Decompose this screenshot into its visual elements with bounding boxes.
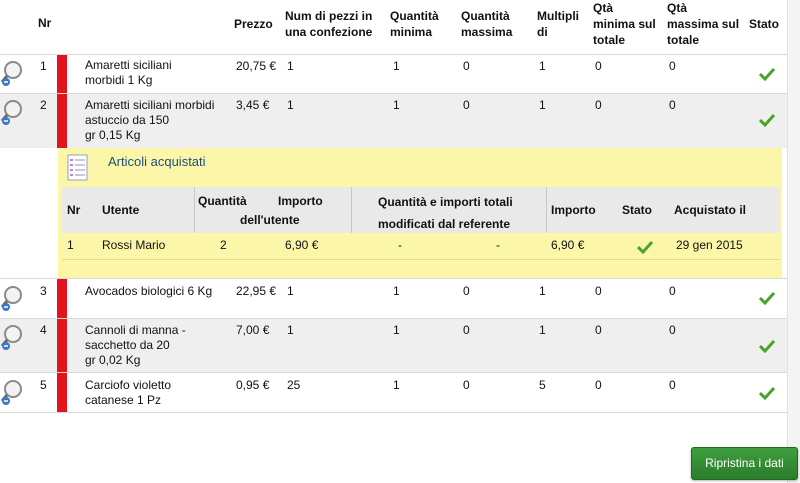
- purchased-col-importo: Importo: [551, 203, 596, 217]
- purchased-col-importo-utente: Importo: [278, 194, 323, 208]
- row-max-tot: 0: [669, 59, 676, 73]
- row-nr: 1: [40, 59, 47, 73]
- check-icon: [759, 339, 775, 353]
- row-pezzi: 25: [287, 378, 301, 392]
- row-status-bar: [57, 373, 67, 412]
- row-prezzo: 7,00 €: [236, 323, 270, 337]
- row-min: 1: [393, 378, 400, 392]
- zoom-expand-icon[interactable]: [0, 322, 32, 352]
- purchased-col-qta-utente: Quantità: [198, 194, 247, 208]
- row-pezzi: 1: [287, 323, 294, 337]
- row-min-tot: 0: [595, 98, 602, 112]
- row-max-tot: 0: [669, 323, 676, 337]
- row-product-name: Cannoli di manna - sacchetto da 20 gr 0,…: [85, 323, 186, 367]
- zoom-expand-icon[interactable]: [0, 58, 32, 88]
- row-min-tot: 0: [595, 59, 602, 73]
- row-min: 1: [393, 98, 400, 112]
- header-qta-max-totale: Qtà massima sul totale: [667, 1, 740, 47]
- purchased-col-acquistato: Acquistato il: [674, 203, 747, 217]
- row-multipli: 1: [539, 59, 546, 73]
- divider: [546, 187, 547, 233]
- row-max: 0: [463, 323, 470, 337]
- check-icon: [759, 67, 775, 81]
- row-nr: 3: [40, 284, 47, 298]
- divider: [62, 259, 780, 260]
- row-min-tot: 0: [595, 378, 602, 392]
- right-scroll-edge: [787, 0, 800, 483]
- header-prezzo: Prezzo: [234, 17, 273, 31]
- row-max: 0: [463, 59, 470, 73]
- row-pezzi: 1: [287, 59, 294, 73]
- row-multipli: 5: [539, 378, 546, 392]
- purchased-row-nr: 1: [67, 238, 74, 252]
- divider: [194, 187, 195, 233]
- row-status-bar: [57, 319, 67, 372]
- row-nr: 2: [40, 98, 47, 112]
- row-max-tot: 0: [669, 98, 676, 112]
- row-min: 1: [393, 284, 400, 298]
- row-pezzi: 1: [287, 98, 294, 112]
- check-icon: [759, 113, 775, 127]
- row-status-bar: [57, 94, 67, 148]
- purchased-col-nr: Nr: [67, 203, 81, 217]
- check-icon: [759, 291, 775, 305]
- check-icon: [637, 240, 653, 254]
- purchased-row-qta: 2: [220, 238, 227, 252]
- row-min-tot: 0: [595, 284, 602, 298]
- header-qta-massima: Quantità massima: [461, 9, 513, 39]
- row-prezzo: 20,75 €: [236, 59, 277, 73]
- row-product-name: Amaretti siciliani morbidi astuccio da 1…: [85, 98, 215, 142]
- row-multipli: 1: [539, 98, 546, 112]
- row-max-tot: 0: [669, 284, 676, 298]
- row-nr: 5: [40, 378, 47, 392]
- header-qta-minima: Quantità minima: [390, 9, 439, 39]
- row-product-name: Amaretti siciliani morbidi 1 Kg: [85, 58, 172, 87]
- row-min-tot: 0: [595, 323, 602, 337]
- row-product-name: Avocados biologici 6 Kg: [85, 284, 213, 298]
- row-multipli: 1: [539, 284, 546, 298]
- row-min: 1: [393, 59, 400, 73]
- row-product-name: Carciofo violetto catanese 1 Pz: [85, 378, 172, 407]
- row-max-tot: 0: [669, 378, 676, 392]
- purchased-col-stato: Stato: [622, 203, 652, 217]
- row-prezzo: 3,45 €: [236, 98, 270, 112]
- purchased-row-mod-importo: -: [496, 238, 500, 252]
- purchased-row-acquistato: 29 gen 2015: [676, 238, 743, 252]
- divider: [0, 412, 787, 413]
- purchased-row-importo: 6,90 €: [551, 238, 585, 252]
- purchased-panel-title: Articoli acquistati: [108, 154, 206, 169]
- row-prezzo: 0,95 €: [236, 378, 270, 392]
- restore-data-button[interactable]: Ripristina i dati: [691, 447, 798, 480]
- row-status-bar: [57, 279, 67, 318]
- row-pezzi: 1: [287, 284, 294, 298]
- row-status-bar: [57, 55, 67, 93]
- row-multipli: 1: [539, 323, 546, 337]
- header-qta-min-totale: Qtà minima sul totale: [593, 1, 656, 47]
- purchased-col-modificati: Quantità e importi totali modificati dal…: [378, 195, 513, 231]
- header-stato: Stato: [749, 17, 779, 31]
- header-nr: Nr: [38, 16, 52, 30]
- purchased-col-dell-utente: dell'utente: [240, 213, 300, 227]
- header-multipli: Multipli di: [537, 9, 579, 39]
- zoom-expand-icon[interactable]: [0, 377, 32, 407]
- zoom-expand-icon[interactable]: [0, 97, 32, 127]
- row-max: 0: [463, 98, 470, 112]
- row-nr: 4: [40, 323, 47, 337]
- check-icon: [759, 386, 775, 400]
- row-max: 0: [463, 378, 470, 392]
- row-max: 0: [463, 284, 470, 298]
- row-min: 1: [393, 323, 400, 337]
- purchased-col-utente: Utente: [102, 203, 140, 217]
- document-list-icon: [67, 154, 88, 181]
- header-num-pezzi: Num di pezzi in una confezione: [285, 9, 373, 39]
- zoom-expand-icon[interactable]: [0, 283, 32, 313]
- purchased-row-mod-qta: -: [398, 238, 402, 252]
- purchased-row-utente: Rossi Mario: [102, 238, 166, 252]
- divider: [351, 187, 352, 233]
- row-prezzo: 22,95 €: [236, 284, 277, 298]
- purchased-row-importo-utente: 6,90 €: [285, 238, 319, 252]
